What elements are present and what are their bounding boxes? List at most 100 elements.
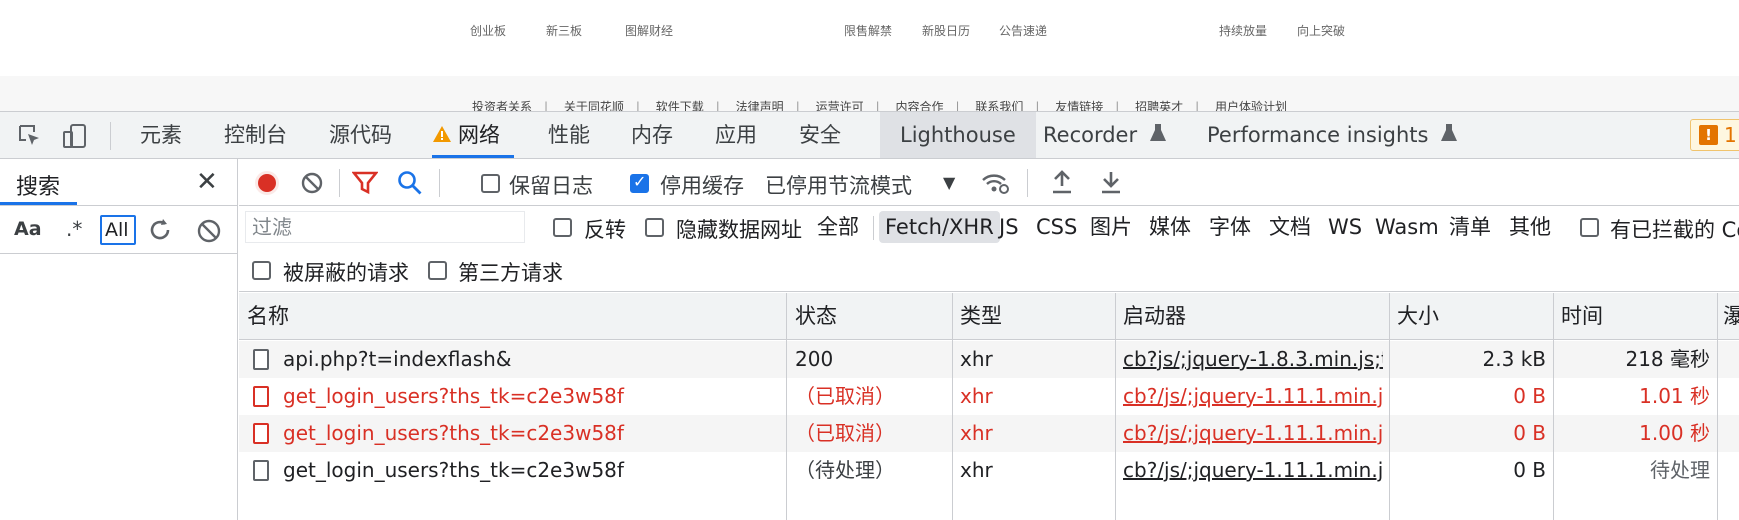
type-filter-font[interactable]: 字体 (1203, 211, 1257, 243)
invert-checkbox[interactable] (553, 218, 572, 237)
column-divider[interactable] (1115, 293, 1116, 520)
device-toolbar-icon[interactable] (62, 123, 88, 149)
type-filter-other[interactable]: 其他 (1503, 211, 1557, 243)
type-filter-css[interactable]: CSS (1030, 211, 1083, 243)
type-filter-media[interactable]: 媒体 (1143, 211, 1197, 243)
footer-link[interactable]: 友情链接 (1055, 100, 1103, 111)
request-status: （已取消） (795, 384, 895, 408)
tab-network-label: 网络 (458, 123, 500, 147)
tab-performance[interactable]: 性能 (548, 112, 590, 158)
footer-link[interactable]: 运营许可 (816, 100, 864, 111)
request-status: （已取消） (795, 421, 895, 445)
nav-link-chuangyeban[interactable]: 创业板 (470, 22, 506, 39)
tab-performance-insights[interactable]: Performance insights (1207, 112, 1458, 159)
request-initiator-link[interactable]: cb?/js/;jquery-1.11.1.min.j... (1123, 378, 1383, 415)
footer-link[interactable]: 软件下载 (656, 100, 704, 111)
table-row[interactable]: api.php?t=indexflash& 200 xhr cb?js/;jqu… (239, 341, 1739, 378)
footer-link[interactable]: 联系我们 (975, 100, 1023, 111)
toolbar-divider (1027, 169, 1028, 197)
column-divider[interactable] (952, 293, 953, 520)
nav-link-xinguripili[interactable]: 新股日历 (922, 22, 970, 39)
tab-console[interactable]: 控制台 (224, 112, 287, 158)
blocked-cookies-checkbox[interactable] (1580, 218, 1599, 237)
column-header-time[interactable]: 时间 (1553, 293, 1717, 340)
request-initiator-link[interactable]: cb?/js/;jquery-1.11.1.min.j... (1123, 415, 1383, 452)
column-header-waterfall[interactable]: 瀑 (1717, 293, 1739, 340)
column-header-type[interactable]: 类型 (952, 293, 1115, 340)
issues-badge[interactable]: ! 1 (1690, 119, 1739, 151)
nav-link-xinsanban[interactable]: 新三板 (546, 22, 582, 39)
record-icon[interactable] (254, 170, 280, 200)
refresh-icon[interactable] (146, 216, 174, 244)
disable-cache-checkbox[interactable] (630, 172, 649, 193)
table-row[interactable]: get_login_users?ths_tk=c2e3w58f （已取消） xh… (239, 378, 1739, 415)
filter-divider (873, 216, 874, 240)
request-initiator-link[interactable]: cb?js/;jquery-1.8.3.min.js;t... (1123, 341, 1383, 378)
type-filter-manifest[interactable]: 清单 (1443, 211, 1497, 243)
filter-input[interactable]: 过滤 (245, 211, 525, 243)
tab-security[interactable]: 安全 (799, 112, 841, 158)
third-party-checkbox[interactable] (428, 261, 447, 280)
footer-link[interactable]: 关于同花顺 (564, 100, 624, 111)
search-icon[interactable] (397, 170, 423, 200)
blocked-requests-checkbox[interactable] (252, 261, 271, 280)
nav-link-gonggaosudi[interactable]: 公告速递 (999, 22, 1047, 39)
nav-link-tujiecaijing[interactable]: 图解财经 (625, 22, 673, 39)
tab-application[interactable]: 应用 (715, 112, 757, 158)
type-filter-js[interactable]: JS (993, 211, 1025, 243)
regex-button[interactable]: .* (66, 217, 82, 241)
tab-memory[interactable]: 内存 (631, 112, 673, 158)
table-row[interactable]: get_login_users?ths_tk=c2e3w58f （已取消） xh… (239, 415, 1739, 452)
column-divider[interactable] (1389, 293, 1390, 520)
tab-elements[interactable]: 元素 (140, 112, 182, 158)
request-initiator-link[interactable]: cb?/js/;jquery-1.11.1.min.j... (1123, 452, 1383, 489)
footer-link[interactable]: 投资者关系 (472, 100, 532, 111)
table-row[interactable]: get_login_users?ths_tk=c2e3w58f （待处理） xh… (239, 452, 1739, 489)
filter-icon[interactable] (351, 171, 379, 199)
throttling-select[interactable]: 已停用节流模式 (765, 170, 912, 200)
match-case-button[interactable]: Aa (14, 218, 42, 240)
tab-network[interactable]: 网络 (432, 112, 514, 158)
type-filter-fetch-xhr[interactable]: Fetch/XHR (879, 211, 1000, 243)
column-divider[interactable] (786, 293, 787, 520)
column-header-name[interactable]: 名称 (239, 293, 786, 340)
clear-log-icon[interactable] (300, 171, 324, 199)
type-filter-doc[interactable]: 文档 (1263, 211, 1317, 243)
footer-link[interactable]: 内容合作 (895, 100, 943, 111)
column-header-initiator[interactable]: 启动器 (1115, 293, 1389, 340)
network-conditions-icon[interactable] (981, 170, 1009, 200)
request-name: get_login_users?ths_tk=c2e3w58f (283, 458, 624, 482)
type-filter-img[interactable]: 图片 (1084, 211, 1138, 243)
type-filter-all[interactable]: 全部 (811, 211, 865, 243)
column-divider[interactable] (1553, 293, 1554, 520)
type-filter-wasm[interactable]: Wasm (1369, 211, 1445, 243)
inspect-element-icon[interactable] (17, 123, 43, 149)
column-header-size[interactable]: 大小 (1389, 293, 1553, 340)
type-filter-ws[interactable]: WS (1322, 211, 1368, 243)
toolbar-divider (339, 169, 340, 197)
nav-link-xiangshangtupo[interactable]: 向上突破 (1297, 22, 1345, 39)
import-har-icon[interactable] (1050, 169, 1074, 199)
close-icon[interactable]: ✕ (196, 167, 218, 197)
footer-link[interactable]: 用户体验计划 (1215, 100, 1287, 111)
chevron-down-icon[interactable]: ▼ (943, 173, 955, 192)
tab-sources[interactable]: 源代码 (329, 112, 392, 158)
column-divider[interactable] (1717, 293, 1718, 520)
footer-links: 投资者关系 | 关于同花顺 | 软件下载 | 法律声明 | 运营许可 | 内容合作 | 联系… (472, 98, 1287, 111)
preserve-log-checkbox[interactable] (481, 174, 500, 193)
search-input[interactable]: All (100, 215, 136, 245)
flask-icon (1149, 113, 1166, 159)
export-har-icon[interactable] (1099, 169, 1123, 199)
footer-link[interactable]: 法律声明 (736, 100, 784, 111)
nav-link-chixufangliang[interactable]: 持续放量 (1219, 22, 1267, 39)
footer-link[interactable]: 招聘英才 (1135, 100, 1183, 111)
clear-icon[interactable] (196, 218, 222, 244)
tab-lighthouse[interactable]: Lighthouse (880, 112, 1036, 158)
nav-link-xianshoujiejin[interactable]: 限售解禁 (844, 22, 892, 39)
column-header-status[interactable]: 状态 (787, 293, 952, 340)
hide-data-urls-checkbox[interactable] (645, 218, 664, 237)
flask-icon (1441, 113, 1458, 159)
tab-recorder[interactable]: Recorder (1043, 112, 1166, 158)
search-pane-title[interactable]: 搜索 (16, 169, 60, 201)
request-size: 2.3 kB (1482, 347, 1546, 371)
